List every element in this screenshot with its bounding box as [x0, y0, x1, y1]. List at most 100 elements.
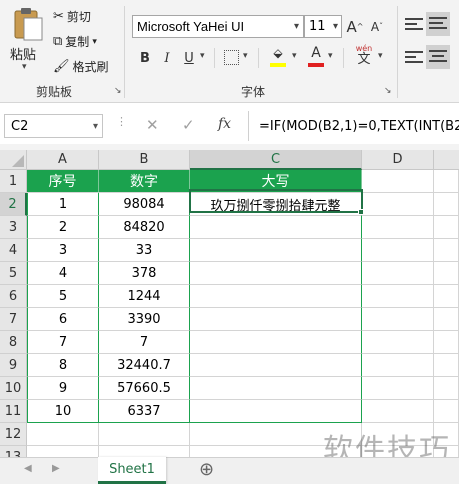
table-cell[interactable]	[434, 262, 459, 285]
fill-color-button[interactable]: ⬙	[270, 46, 286, 68]
table-cell[interactable]	[190, 400, 362, 423]
row-header[interactable]: 12	[0, 423, 27, 446]
underline-button[interactable]: U	[180, 48, 198, 68]
select-all-corner[interactable]	[0, 150, 27, 170]
table-cell[interactable]: 2	[27, 216, 99, 239]
row-header[interactable]: 6	[0, 285, 27, 308]
table-cell[interactable]	[362, 400, 434, 423]
row-header[interactable]: 4	[0, 239, 27, 262]
add-sheet-button[interactable]: ⊕	[199, 459, 214, 480]
insert-function-icon[interactable]: fx	[218, 116, 231, 132]
dialog-launcher-icon[interactable]: ↘	[384, 86, 392, 96]
row-header[interactable]: 8	[0, 331, 27, 354]
table-cell[interactable]	[190, 216, 362, 239]
table-cell[interactable]	[434, 216, 459, 239]
table-cell[interactable]	[190, 377, 362, 400]
table-cell[interactable]	[190, 262, 362, 285]
font-name-select[interactable]: Microsoft YaHei UI ▾	[132, 15, 304, 38]
active-cell-selection[interactable]	[189, 189, 363, 213]
column-header-b[interactable]: B	[99, 150, 190, 170]
table-cell[interactable]	[434, 285, 459, 308]
table-cell[interactable]	[434, 193, 459, 216]
align-top-icon[interactable]	[405, 16, 423, 32]
header-cell[interactable]: 数字	[99, 170, 190, 193]
bold-button[interactable]: B	[136, 48, 154, 68]
row-header[interactable]: 1	[0, 170, 27, 193]
table-cell[interactable]: 378	[99, 262, 190, 285]
fill-handle[interactable]	[358, 209, 364, 215]
table-cell[interactable]: 33	[99, 239, 190, 262]
align-left-icon[interactable]	[405, 49, 423, 65]
font-color-button[interactable]: A	[308, 45, 324, 68]
cut-button[interactable]: ✂ 剪切	[53, 8, 91, 25]
row-header[interactable]: 11	[0, 400, 27, 423]
confirm-icon[interactable]: ✓	[182, 116, 195, 134]
table-cell[interactable]: 5	[27, 285, 99, 308]
table-cell[interactable]	[434, 239, 459, 262]
table-cell[interactable]: 1244	[99, 285, 190, 308]
chevron-down-icon[interactable]: ▾	[292, 51, 297, 61]
table-cell[interactable]	[190, 285, 362, 308]
column-header-c[interactable]: C	[190, 150, 362, 170]
name-box[interactable]: C2 ▾	[4, 114, 103, 138]
table-cell[interactable]	[434, 354, 459, 377]
row-header[interactable]: 7	[0, 308, 27, 331]
format-painter-button[interactable]: 🖌 格式刷	[53, 58, 109, 75]
shrink-font-button[interactable]: Aˇ	[368, 15, 386, 38]
column-header-a[interactable]: A	[27, 150, 99, 170]
table-cell[interactable]	[190, 308, 362, 331]
chevron-down-icon[interactable]: ▾	[328, 51, 333, 61]
table-cell[interactable]	[190, 239, 362, 262]
row-header[interactable]: 9	[0, 354, 27, 377]
cancel-icon[interactable]: ✕	[146, 116, 159, 134]
table-cell[interactable]	[362, 285, 434, 308]
column-header-d[interactable]: D	[362, 150, 434, 170]
align-middle-icon[interactable]	[426, 12, 450, 36]
table-cell[interactable]	[362, 193, 434, 216]
row-header[interactable]: 5	[0, 262, 27, 285]
table-cell[interactable]: 7	[99, 331, 190, 354]
table-cell[interactable]: 3390	[99, 308, 190, 331]
table-cell[interactable]	[362, 216, 434, 239]
table-cell[interactable]	[190, 354, 362, 377]
table-cell[interactable]: 10	[27, 400, 99, 423]
table-cell[interactable]	[362, 377, 434, 400]
row-header[interactable]: 2	[0, 193, 27, 216]
grow-font-button[interactable]: A ^	[346, 15, 364, 38]
table-cell[interactable]: 32440.7	[99, 354, 190, 377]
scroll-right-icon[interactable]: ▶	[52, 463, 60, 474]
table-cell[interactable]: 9	[27, 377, 99, 400]
table-cell[interactable]: 1	[27, 193, 99, 216]
chevron-down-icon[interactable]: ▾	[378, 51, 383, 61]
table-cell[interactable]	[362, 331, 434, 354]
table-cell[interactable]	[434, 308, 459, 331]
align-center-icon[interactable]	[426, 45, 450, 69]
table-cell[interactable]	[190, 331, 362, 354]
row-header[interactable]: 10	[0, 377, 27, 400]
font-size-select[interactable]: 11 ▾	[304, 15, 342, 38]
borders-icon[interactable]	[224, 50, 239, 65]
table-cell[interactable]: 98084	[99, 193, 190, 216]
table-cell[interactable]	[362, 262, 434, 285]
table-cell[interactable]: 8	[27, 354, 99, 377]
table-cell[interactable]	[362, 308, 434, 331]
table-cell[interactable]	[362, 239, 434, 262]
table-cell[interactable]: 7	[27, 331, 99, 354]
table-cell[interactable]: 4	[27, 262, 99, 285]
table-cell[interactable]	[27, 423, 99, 446]
table-cell[interactable]	[434, 400, 459, 423]
paste-button[interactable]: 粘贴 ▾	[8, 6, 48, 76]
table-cell[interactable]	[434, 331, 459, 354]
table-cell[interactable]	[99, 423, 190, 446]
phonetic-button[interactable]: wén 文	[352, 44, 376, 70]
italic-button[interactable]: I	[158, 48, 176, 68]
table-cell[interactable]: 3	[27, 239, 99, 262]
table-cell[interactable]: 6337	[99, 400, 190, 423]
chevron-down-icon[interactable]: ▾	[200, 51, 205, 61]
table-cell[interactable]: 84820	[99, 216, 190, 239]
row-header[interactable]: 3	[0, 216, 27, 239]
scroll-left-icon[interactable]: ◀	[24, 463, 32, 474]
sheet-tab-sheet1[interactable]: Sheet1	[98, 457, 166, 484]
header-cell[interactable]: 序号	[27, 170, 99, 193]
table-cell[interactable]	[362, 170, 434, 193]
